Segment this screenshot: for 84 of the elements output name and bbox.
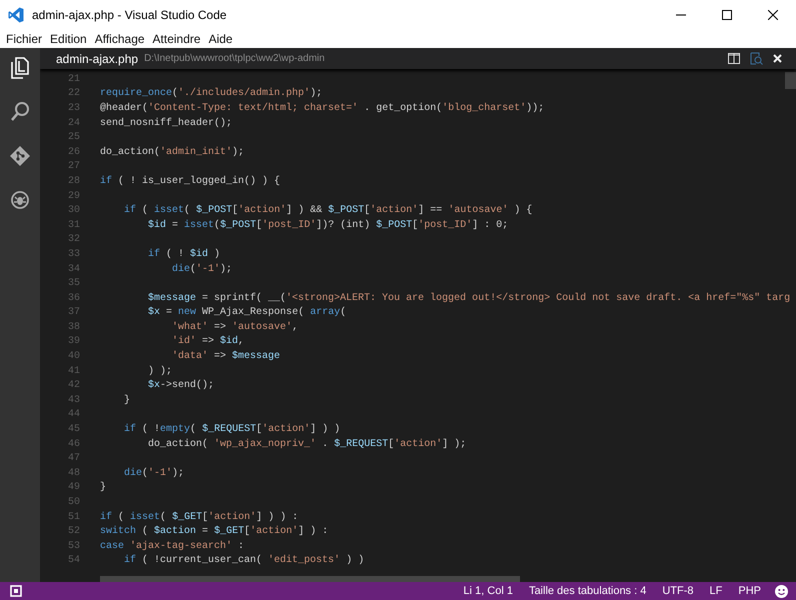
menu-item[interactable]: Edition	[46, 32, 91, 46]
code-line: $x->send();	[147, 380, 214, 392]
status-item[interactable]: Li 1, Col 1	[463, 585, 513, 597]
line-number: 32	[66, 234, 80, 246]
maximize-icon[interactable]	[722, 10, 732, 20]
line-number: 34	[66, 264, 80, 275]
code-line: 'what' => 'autosave',	[171, 322, 298, 333]
line-number: 21	[66, 74, 80, 85]
line-number: 44	[66, 409, 80, 420]
line-number: 46	[66, 438, 80, 450]
git-icon[interactable]	[9, 144, 31, 168]
code-line: if ( !empty( $_REQUEST['action'] ) )	[123, 424, 340, 436]
app-logo-icon	[8, 7, 24, 23]
code-line: do_action( 'wp_ajax_nopriv_' . $_REQUEST['action'] );	[147, 438, 466, 450]
line-number: 25	[66, 132, 80, 144]
line-number: 37	[66, 307, 80, 318]
line-number: 38	[66, 322, 80, 333]
code-line: switch ( $action = $_GET['action'] ) :	[100, 526, 328, 538]
code-line: @header('Content-Type: text/html; charset=' . get_option('blog_charset'));	[100, 102, 544, 114]
line-number: 42	[66, 380, 80, 392]
status-item[interactable]: PHP	[738, 585, 761, 597]
line-number: 26	[66, 146, 80, 158]
line-number: 28	[66, 176, 80, 187]
line-number: 40	[66, 351, 80, 362]
code-line: do_action('admin_init');	[100, 146, 244, 158]
code-line: }	[123, 394, 130, 406]
files-icon[interactable]	[9, 56, 31, 80]
preview-icon[interactable]	[750, 52, 763, 65]
line-number: 36	[66, 292, 80, 304]
split-editor-icon[interactable]	[728, 53, 740, 64]
line-number: 39	[66, 336, 80, 348]
code-line: die('-1');	[123, 468, 184, 479]
bug-icon[interactable]	[9, 188, 31, 212]
code-line: ) );	[147, 366, 172, 377]
menu-item[interactable]: Fichier	[2, 32, 46, 46]
code-line: }	[100, 482, 106, 494]
smiley-icon[interactable]	[775, 584, 788, 598]
line-number: 52	[66, 526, 80, 538]
code-line: if ( isset( $_POST['action'] ) && $_POST['action'] == 'autosave' ) {	[123, 205, 532, 216]
line-number: 27	[66, 161, 80, 172]
line-number: 33	[66, 248, 80, 260]
code-line: if ( ! is_user_logged_in() ) {	[100, 176, 280, 187]
status-item[interactable]: LF	[710, 585, 722, 597]
feedback-icon[interactable]	[10, 585, 22, 597]
line-number: 41	[66, 366, 80, 377]
line-number: 43	[66, 394, 80, 406]
code-line: send_nosniff_header();	[100, 118, 232, 129]
code-line: $message = sprintf( __('<strong>ALERT: You are logged out!</strong> Could not save draft. <a href="%s" targ	[147, 292, 790, 304]
line-number: 23	[66, 102, 80, 114]
menu-item[interactable]: Atteindre	[148, 32, 205, 46]
file-path: D:\Inetpub\wwwroot\tplpc\ww2\wp-admin	[144, 53, 326, 64]
line-number: 49	[66, 482, 80, 494]
code-line: if ( isset( $_GET['action'] ) ) :	[100, 512, 298, 523]
code-line: 'id' => $id,	[171, 336, 244, 348]
window-title: admin-ajax.php - Visual Studio Code	[32, 8, 228, 22]
status-item[interactable]: Taille des tabulations : 4	[528, 585, 646, 597]
scrollbar-thumb[interactable]	[785, 72, 796, 89]
code-line: case 'ajax-tag-search' :	[100, 540, 244, 552]
line-number: 35	[66, 278, 80, 290]
scrollbar-thumb[interactable]	[100, 576, 520, 582]
line-number: 54	[66, 555, 80, 566]
status-item[interactable]: UTF-8	[662, 585, 694, 597]
file-name: admin-ajax.php	[56, 52, 138, 66]
line-number: 30	[66, 205, 80, 216]
line-number: 48	[66, 468, 80, 479]
line-number: 53	[66, 540, 80, 552]
line-number: 24	[66, 118, 80, 129]
line-number: 45	[66, 424, 80, 436]
code-line: $x = new WP_Ajax_Response( array(	[147, 307, 346, 318]
code-line: if ( ! $id )	[147, 248, 220, 260]
code-line: die('-1');	[171, 264, 232, 275]
code-line: require_once('./includes/admin.php');	[100, 88, 322, 100]
line-number: 47	[66, 453, 80, 464]
code-line: 'data' => $message	[171, 351, 280, 362]
menu-item[interactable]: Affichage	[90, 32, 149, 46]
code-line: if ( !current_user_can( 'edit_posts' ) )	[123, 555, 364, 566]
line-number: 31	[66, 220, 80, 231]
line-number: 50	[66, 497, 80, 508]
line-number: 22	[66, 88, 80, 100]
code-line: $id = isset($_POST['post_ID'])? (int) $_POST['post_ID'] : 0;	[147, 220, 508, 231]
line-number: 51	[66, 512, 80, 523]
line-number: 29	[66, 190, 80, 202]
close-icon[interactable]	[768, 10, 778, 20]
menu-item[interactable]: Aide	[204, 32, 237, 46]
